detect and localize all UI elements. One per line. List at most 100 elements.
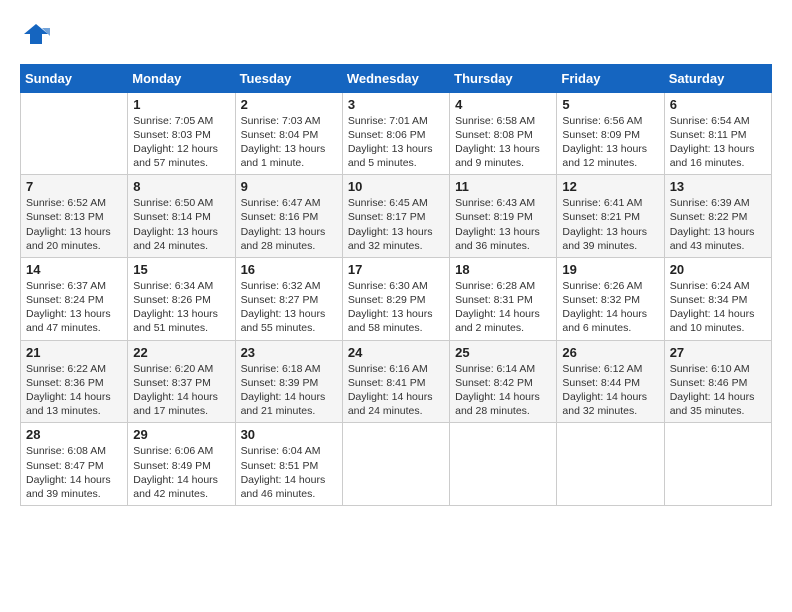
day-number: 13 (670, 179, 766, 194)
day-info: Sunrise: 6:06 AM Sunset: 8:49 PM Dayligh… (133, 444, 229, 501)
calendar-header-monday: Monday (128, 64, 235, 92)
calendar-cell: 11 Sunrise: 6:43 AM Sunset: 8:19 PM Dayli… (450, 175, 557, 258)
calendar-cell: 16Sunrise: 6:32 AM Sunset: 8:27 PM Dayli… (235, 257, 342, 340)
day-number: 25 (455, 345, 551, 360)
calendar-cell (557, 423, 664, 506)
calendar-cell: 21 Sunrise: 6:22 AM Sunset: 8:36 PM Dayli… (21, 340, 128, 423)
day-info: Sunrise: 6:24 AM Sunset: 8:34 PM Dayligh… (670, 279, 766, 336)
day-number: 10 (348, 179, 444, 194)
calendar-cell: 4Sunrise: 6:58 AM Sunset: 8:08 PM Daylig… (450, 92, 557, 175)
day-number: 11 (455, 179, 551, 194)
day-info: Sunrise: 6:16 AM Sunset: 8:41 PM Dayligh… (348, 362, 444, 419)
day-info: Sunrise: 6:41 AM Sunset: 8:21 PM Dayligh… (562, 196, 658, 253)
day-number: 20 (670, 262, 766, 277)
calendar-cell: 25 Sunrise: 6:14 AM Sunset: 8:42 PM Dayli… (450, 340, 557, 423)
calendar-header-saturday: Saturday (664, 64, 771, 92)
day-number: 9 (241, 179, 337, 194)
calendar-cell: 6Sunrise: 6:54 AM Sunset: 8:11 PM Daylig… (664, 92, 771, 175)
calendar-header-row: SundayMondayTuesdayWednesdayThursdayFrid… (21, 64, 772, 92)
day-number: 24 (348, 345, 444, 360)
day-info: Sunrise: 7:01 AM Sunset: 8:06 PM Dayligh… (348, 114, 444, 171)
day-info: Sunrise: 6:52 AM Sunset: 8:13 PM Dayligh… (26, 196, 122, 253)
page-header (20, 20, 772, 54)
day-number: 22 (133, 345, 229, 360)
calendar-cell: 8 Sunrise: 6:50 AM Sunset: 8:14 PM Daylig… (128, 175, 235, 258)
calendar-cell: 12Sunrise: 6:41 AM Sunset: 8:21 PM Dayli… (557, 175, 664, 258)
day-info: Sunrise: 6:22 AM Sunset: 8:36 PM Dayligh… (26, 362, 122, 419)
day-number: 29 (133, 427, 229, 442)
calendar-cell: 17 Sunrise: 6:30 AM Sunset: 8:29 PM Dayli… (342, 257, 449, 340)
day-number: 4 (455, 97, 551, 112)
calendar-cell: 26Sunrise: 6:12 AM Sunset: 8:44 PM Dayli… (557, 340, 664, 423)
calendar-cell: 27 Sunrise: 6:10 AM Sunset: 8:46 PM Dayli… (664, 340, 771, 423)
day-number: 14 (26, 262, 122, 277)
calendar-cell: 15 Sunrise: 6:34 AM Sunset: 8:26 PM Dayli… (128, 257, 235, 340)
day-info: Sunrise: 6:45 AM Sunset: 8:17 PM Dayligh… (348, 196, 444, 253)
day-number: 23 (241, 345, 337, 360)
day-number: 2 (241, 97, 337, 112)
day-number: 8 (133, 179, 229, 194)
day-info: Sunrise: 6:39 AM Sunset: 8:22 PM Dayligh… (670, 196, 766, 253)
calendar-cell: 5 Sunrise: 6:56 AM Sunset: 8:09 PM Daylig… (557, 92, 664, 175)
calendar-header-sunday: Sunday (21, 64, 128, 92)
day-number: 19 (562, 262, 658, 277)
day-number: 7 (26, 179, 122, 194)
day-number: 17 (348, 262, 444, 277)
day-number: 30 (241, 427, 337, 442)
calendar-week-5: 28 Sunrise: 6:08 AM Sunset: 8:47 PM Dayli… (21, 423, 772, 506)
day-info: Sunrise: 6:50 AM Sunset: 8:14 PM Dayligh… (133, 196, 229, 253)
calendar-cell (664, 423, 771, 506)
calendar-cell: 2 Sunrise: 7:03 AM Sunset: 8:04 PM Daylig… (235, 92, 342, 175)
day-info: Sunrise: 6:43 AM Sunset: 8:19 PM Dayligh… (455, 196, 551, 253)
day-info: Sunrise: 6:10 AM Sunset: 8:46 PM Dayligh… (670, 362, 766, 419)
calendar-table: SundayMondayTuesdayWednesdayThursdayFrid… (20, 64, 772, 506)
logo (20, 20, 50, 54)
calendar-cell: 30 Sunrise: 6:04 AM Sunset: 8:51 PM Dayli… (235, 423, 342, 506)
day-info: Sunrise: 6:47 AM Sunset: 8:16 PM Dayligh… (241, 196, 337, 253)
calendar-cell (342, 423, 449, 506)
day-info: Sunrise: 6:14 AM Sunset: 8:42 PM Dayligh… (455, 362, 551, 419)
calendar-cell (450, 423, 557, 506)
calendar-cell: 9 Sunrise: 6:47 AM Sunset: 8:16 PM Daylig… (235, 175, 342, 258)
day-info: Sunrise: 6:20 AM Sunset: 8:37 PM Dayligh… (133, 362, 229, 419)
calendar-cell: 13 Sunrise: 6:39 AM Sunset: 8:22 PM Dayli… (664, 175, 771, 258)
calendar-cell: 22 Sunrise: 6:20 AM Sunset: 8:37 PM Dayli… (128, 340, 235, 423)
day-number: 16 (241, 262, 337, 277)
day-info: Sunrise: 6:30 AM Sunset: 8:29 PM Dayligh… (348, 279, 444, 336)
calendar-cell: 29 Sunrise: 6:06 AM Sunset: 8:49 PM Dayli… (128, 423, 235, 506)
day-info: Sunrise: 6:18 AM Sunset: 8:39 PM Dayligh… (241, 362, 337, 419)
day-info: Sunrise: 6:08 AM Sunset: 8:47 PM Dayligh… (26, 444, 122, 501)
day-info: Sunrise: 6:34 AM Sunset: 8:26 PM Dayligh… (133, 279, 229, 336)
calendar-cell: 3 Sunrise: 7:01 AM Sunset: 8:06 PM Daylig… (342, 92, 449, 175)
day-number: 21 (26, 345, 122, 360)
day-number: 3 (348, 97, 444, 112)
day-info: Sunrise: 7:03 AM Sunset: 8:04 PM Dayligh… (241, 114, 337, 171)
calendar-cell: 7 Sunrise: 6:52 AM Sunset: 8:13 PM Daylig… (21, 175, 128, 258)
calendar-cell (21, 92, 128, 175)
day-info: Sunrise: 6:56 AM Sunset: 8:09 PM Dayligh… (562, 114, 658, 171)
calendar-week-3: 14 Sunrise: 6:37 AM Sunset: 8:24 PM Dayli… (21, 257, 772, 340)
calendar-week-4: 21 Sunrise: 6:22 AM Sunset: 8:36 PM Dayli… (21, 340, 772, 423)
day-number: 18 (455, 262, 551, 277)
day-info: Sunrise: 6:28 AM Sunset: 8:31 PM Dayligh… (455, 279, 551, 336)
calendar-week-1: 1Sunrise: 7:05 AM Sunset: 8:03 PM Daylig… (21, 92, 772, 175)
calendar-cell: 19 Sunrise: 6:26 AM Sunset: 8:32 PM Dayli… (557, 257, 664, 340)
day-number: 15 (133, 262, 229, 277)
day-number: 5 (562, 97, 658, 112)
day-number: 26 (562, 345, 658, 360)
day-number: 6 (670, 97, 766, 112)
day-info: Sunrise: 6:04 AM Sunset: 8:51 PM Dayligh… (241, 444, 337, 501)
logo-icon (22, 20, 50, 48)
day-number: 28 (26, 427, 122, 442)
calendar-header-wednesday: Wednesday (342, 64, 449, 92)
calendar-cell: 24 Sunrise: 6:16 AM Sunset: 8:41 PM Dayli… (342, 340, 449, 423)
calendar-cell: 28 Sunrise: 6:08 AM Sunset: 8:47 PM Dayli… (21, 423, 128, 506)
day-info: Sunrise: 6:26 AM Sunset: 8:32 PM Dayligh… (562, 279, 658, 336)
calendar-cell: 18 Sunrise: 6:28 AM Sunset: 8:31 PM Dayli… (450, 257, 557, 340)
day-info: Sunrise: 6:37 AM Sunset: 8:24 PM Dayligh… (26, 279, 122, 336)
calendar-cell: 14 Sunrise: 6:37 AM Sunset: 8:24 PM Dayli… (21, 257, 128, 340)
day-number: 27 (670, 345, 766, 360)
calendar-cell: 10 Sunrise: 6:45 AM Sunset: 8:17 PM Dayli… (342, 175, 449, 258)
day-info: Sunrise: 7:05 AM Sunset: 8:03 PM Dayligh… (133, 114, 229, 171)
calendar-cell: 1Sunrise: 7:05 AM Sunset: 8:03 PM Daylig… (128, 92, 235, 175)
